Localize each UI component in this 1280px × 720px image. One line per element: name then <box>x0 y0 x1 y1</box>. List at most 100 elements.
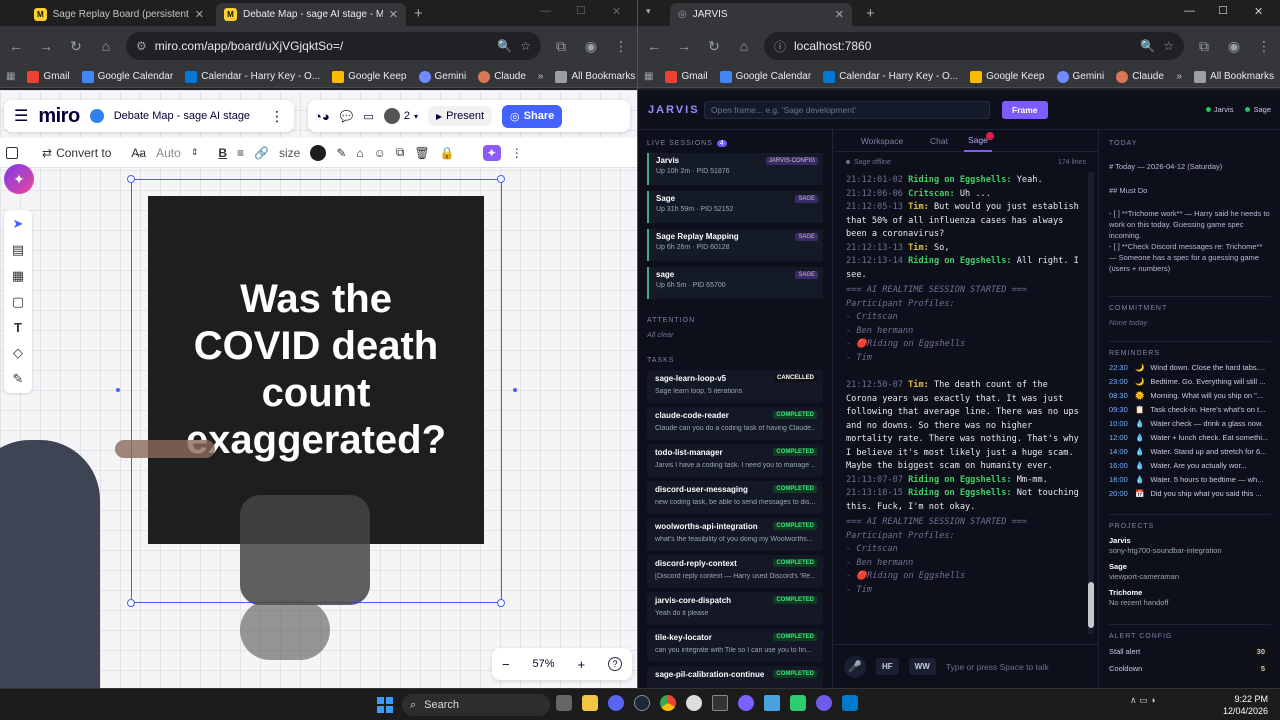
all-bookmarks[interactable]: All Bookmarks <box>1194 70 1274 83</box>
reminder-item[interactable]: 14:00 💧 Water. Stand up and stretch for 6.… <box>1109 447 1271 456</box>
bookmark-gmail[interactable]: Gmail <box>665 70 708 83</box>
zoom-icon[interactable]: 🔍 <box>1140 39 1155 53</box>
tag-icon[interactable]: ⌂ <box>356 146 363 160</box>
maximize-icon[interactable]: ☐ <box>1218 4 1228 17</box>
reload-icon[interactable]: ↻ <box>704 38 724 55</box>
back-icon[interactable]: ← <box>644 38 664 54</box>
site-info-icon[interactable]: ⚙ <box>136 39 147 53</box>
frame-input[interactable]: Open frame... e.g. 'Sage development' <box>704 100 990 119</box>
zoom-level[interactable]: 57% <box>533 658 555 670</box>
present-button[interactable]: ▶ Present <box>427 106 493 126</box>
board-menu-icon[interactable]: ⋮ <box>270 108 284 125</box>
size-label[interactable]: size <box>279 146 300 160</box>
session-card[interactable]: Sage Up 31h 59m · PID 52152 SAGE <box>647 191 823 223</box>
tab-sage-replay-board[interactable]: M Sage Replay Board (persistent) - Miro … <box>26 3 212 26</box>
bookmark-outlook-calendar[interactable]: Calendar - Harry Key - O... <box>185 70 320 83</box>
ai-assistant-button[interactable]: ✦ <box>4 164 34 194</box>
tab-workspace[interactable]: Workspace <box>834 136 930 146</box>
new-tab-icon[interactable]: + <box>866 5 875 22</box>
session-card[interactable]: Sage Replay Mapping Up 6h 26m · PID 60128… <box>647 229 823 261</box>
sticky-note-icon[interactable]: ▢ <box>12 294 24 310</box>
bookmark-gemini[interactable]: Gemini <box>418 70 466 83</box>
close-tab-icon[interactable]: ✕ <box>195 8 204 21</box>
project-item[interactable]: Jarvis sony-htg700-soundbar-integration <box>1109 536 1271 556</box>
text-icon[interactable]: T <box>14 320 22 335</box>
menu-icon[interactable]: ⋮ <box>1254 38 1274 55</box>
reminder-item[interactable]: 18:00 💧 Water. 5 hours to bedtime — wh... <box>1109 475 1271 484</box>
stall-alert-input[interactable]: 30 <box>1250 646 1271 657</box>
tab-jarvis[interactable]: ◎ JARVIS ✕ <box>670 3 852 26</box>
ww-button[interactable]: WW <box>908 658 936 675</box>
file-explorer-icon[interactable] <box>582 695 598 711</box>
start-icon[interactable] <box>377 697 393 713</box>
task-card[interactable]: woolworths-api-integration what's the fea… <box>647 518 823 551</box>
session-card[interactable]: Jarvis Up 10h 2m · PID 51876 JARVIS-CONFIG <box>647 153 823 185</box>
taskbar-search[interactable]: ⌕ Search <box>402 694 550 716</box>
close-window-icon[interactable]: ✕ <box>612 5 621 18</box>
transcript-log[interactable]: 21:12:01-02 Riding on Eggshells: Yeah. 21… <box>846 174 1081 634</box>
task-view-icon[interactable] <box>556 695 572 711</box>
task-card[interactable]: sage-pil-calibration-continue COMPLETED <box>647 666 823 688</box>
new-tab-icon[interactable]: + <box>414 5 423 22</box>
zoom-out-icon[interactable]: − <box>502 657 510 672</box>
checkbox-icon[interactable] <box>6 146 18 159</box>
close-tab-icon[interactable]: ✕ <box>389 8 398 21</box>
comments-icon[interactable]: 💬 <box>340 110 354 123</box>
bookmark-keep[interactable]: Google Keep <box>332 70 407 83</box>
forward-icon[interactable]: → <box>674 38 694 54</box>
side-handle[interactable] <box>116 388 120 392</box>
maximize-icon[interactable]: ☐ <box>576 4 586 17</box>
bookmark-keep[interactable]: Google Keep <box>970 70 1045 83</box>
more-bookmarks-icon[interactable]: » <box>1177 71 1183 82</box>
zoom-icon[interactable]: 🔍 <box>497 39 512 53</box>
bookmark-calendar[interactable]: Google Calendar <box>719 70 811 83</box>
home-icon[interactable]: ⌂ <box>734 38 754 54</box>
bookmark-outlook-calendar[interactable]: Calendar - Harry Key - O... <box>823 70 958 83</box>
templates-icon[interactable]: ▤ <box>12 242 24 258</box>
apps-icon[interactable]: ▦ <box>6 71 15 82</box>
task-card[interactable]: jarvis-core-dispatch Yeah do it please COM… <box>647 592 823 625</box>
task-card[interactable]: discord-reply-context [Discord reply cont… <box>647 555 823 588</box>
scrollbar[interactable] <box>1088 172 1094 634</box>
reminder-item[interactable]: 22:30 🌙 Wind down. Close the hard tabs.... <box>1109 363 1271 372</box>
font-icon[interactable]: A̶a <box>131 146 146 160</box>
reminder-item[interactable]: 08:30 🌞 Morning. What will you ship on "..… <box>1109 391 1271 400</box>
reminder-item[interactable]: 16:00 💧 Water. Are you actually wor... <box>1109 461 1271 470</box>
notepad-icon[interactable] <box>764 695 780 711</box>
close-window-icon[interactable]: ✕ <box>1254 5 1263 18</box>
resize-handle[interactable] <box>127 175 135 183</box>
help-icon[interactable]: ? <box>607 657 622 671</box>
bookmark-claude[interactable]: Claude <box>1116 70 1164 83</box>
clock[interactable]: 9:22 PM 12/04/2026 <box>1223 693 1268 717</box>
message-input[interactable]: Type or press Space to talk <box>946 662 1089 672</box>
align-icon[interactable]: ≡ <box>237 146 244 160</box>
link-icon[interactable]: 🔗 <box>254 146 269 160</box>
extensions-icon[interactable]: ⧉ <box>1194 38 1214 55</box>
pen-icon[interactable]: ✎ <box>336 146 346 160</box>
menu-icon[interactable]: ⋮ <box>611 38 631 55</box>
cooldown-input[interactable]: 5 <box>1254 663 1271 674</box>
reminder-item[interactable]: 09:30 📋 Task check-in. Here's what's on t.… <box>1109 405 1271 414</box>
board-name[interactable]: Debate Map - sage AI stage <box>114 110 250 122</box>
bookmark-gemini[interactable]: Gemini <box>1056 70 1104 83</box>
task-card[interactable]: claude-code-reader Claude can you do a co… <box>647 407 823 440</box>
extensions-icon[interactable]: ⧉ <box>551 38 571 55</box>
site-info-icon[interactable]: ⓘ <box>774 38 786 55</box>
reminder-item[interactable]: 20:00 📅 Did you ship what you said this ..… <box>1109 489 1271 498</box>
resize-handle[interactable] <box>497 175 505 183</box>
reminder-item[interactable]: 12:00 💧 Water + lunch check. Eat somethi..… <box>1109 433 1271 442</box>
address-bar[interactable]: ⚙ miro.com/app/board/uXjVGjqktSo=/ 🔍 ☆ <box>126 32 541 60</box>
terminal-icon[interactable] <box>712 695 728 711</box>
chrome-alt-icon[interactable] <box>686 695 702 711</box>
hf-button[interactable]: HF <box>876 658 899 675</box>
bookmark-gmail[interactable]: Gmail <box>27 70 70 83</box>
shapes-icon[interactable]: ◇ <box>13 345 23 361</box>
tab-chat[interactable]: Chat <box>930 136 948 146</box>
reactions-icon[interactable]: ◔◕ <box>314 109 330 124</box>
share-button[interactable]: ◎ Share <box>502 104 563 128</box>
task-card[interactable]: sage-learn-loop-v5 Sage learn loop, 5 ite… <box>647 370 823 403</box>
ai-sparkle-icon[interactable]: ✦ <box>482 144 501 161</box>
task-card[interactable]: tile-key-locator can you integrate with T… <box>647 629 823 662</box>
font-size-select[interactable]: Auto <box>156 146 181 160</box>
collaborators[interactable]: 2 ▾ <box>383 108 418 124</box>
